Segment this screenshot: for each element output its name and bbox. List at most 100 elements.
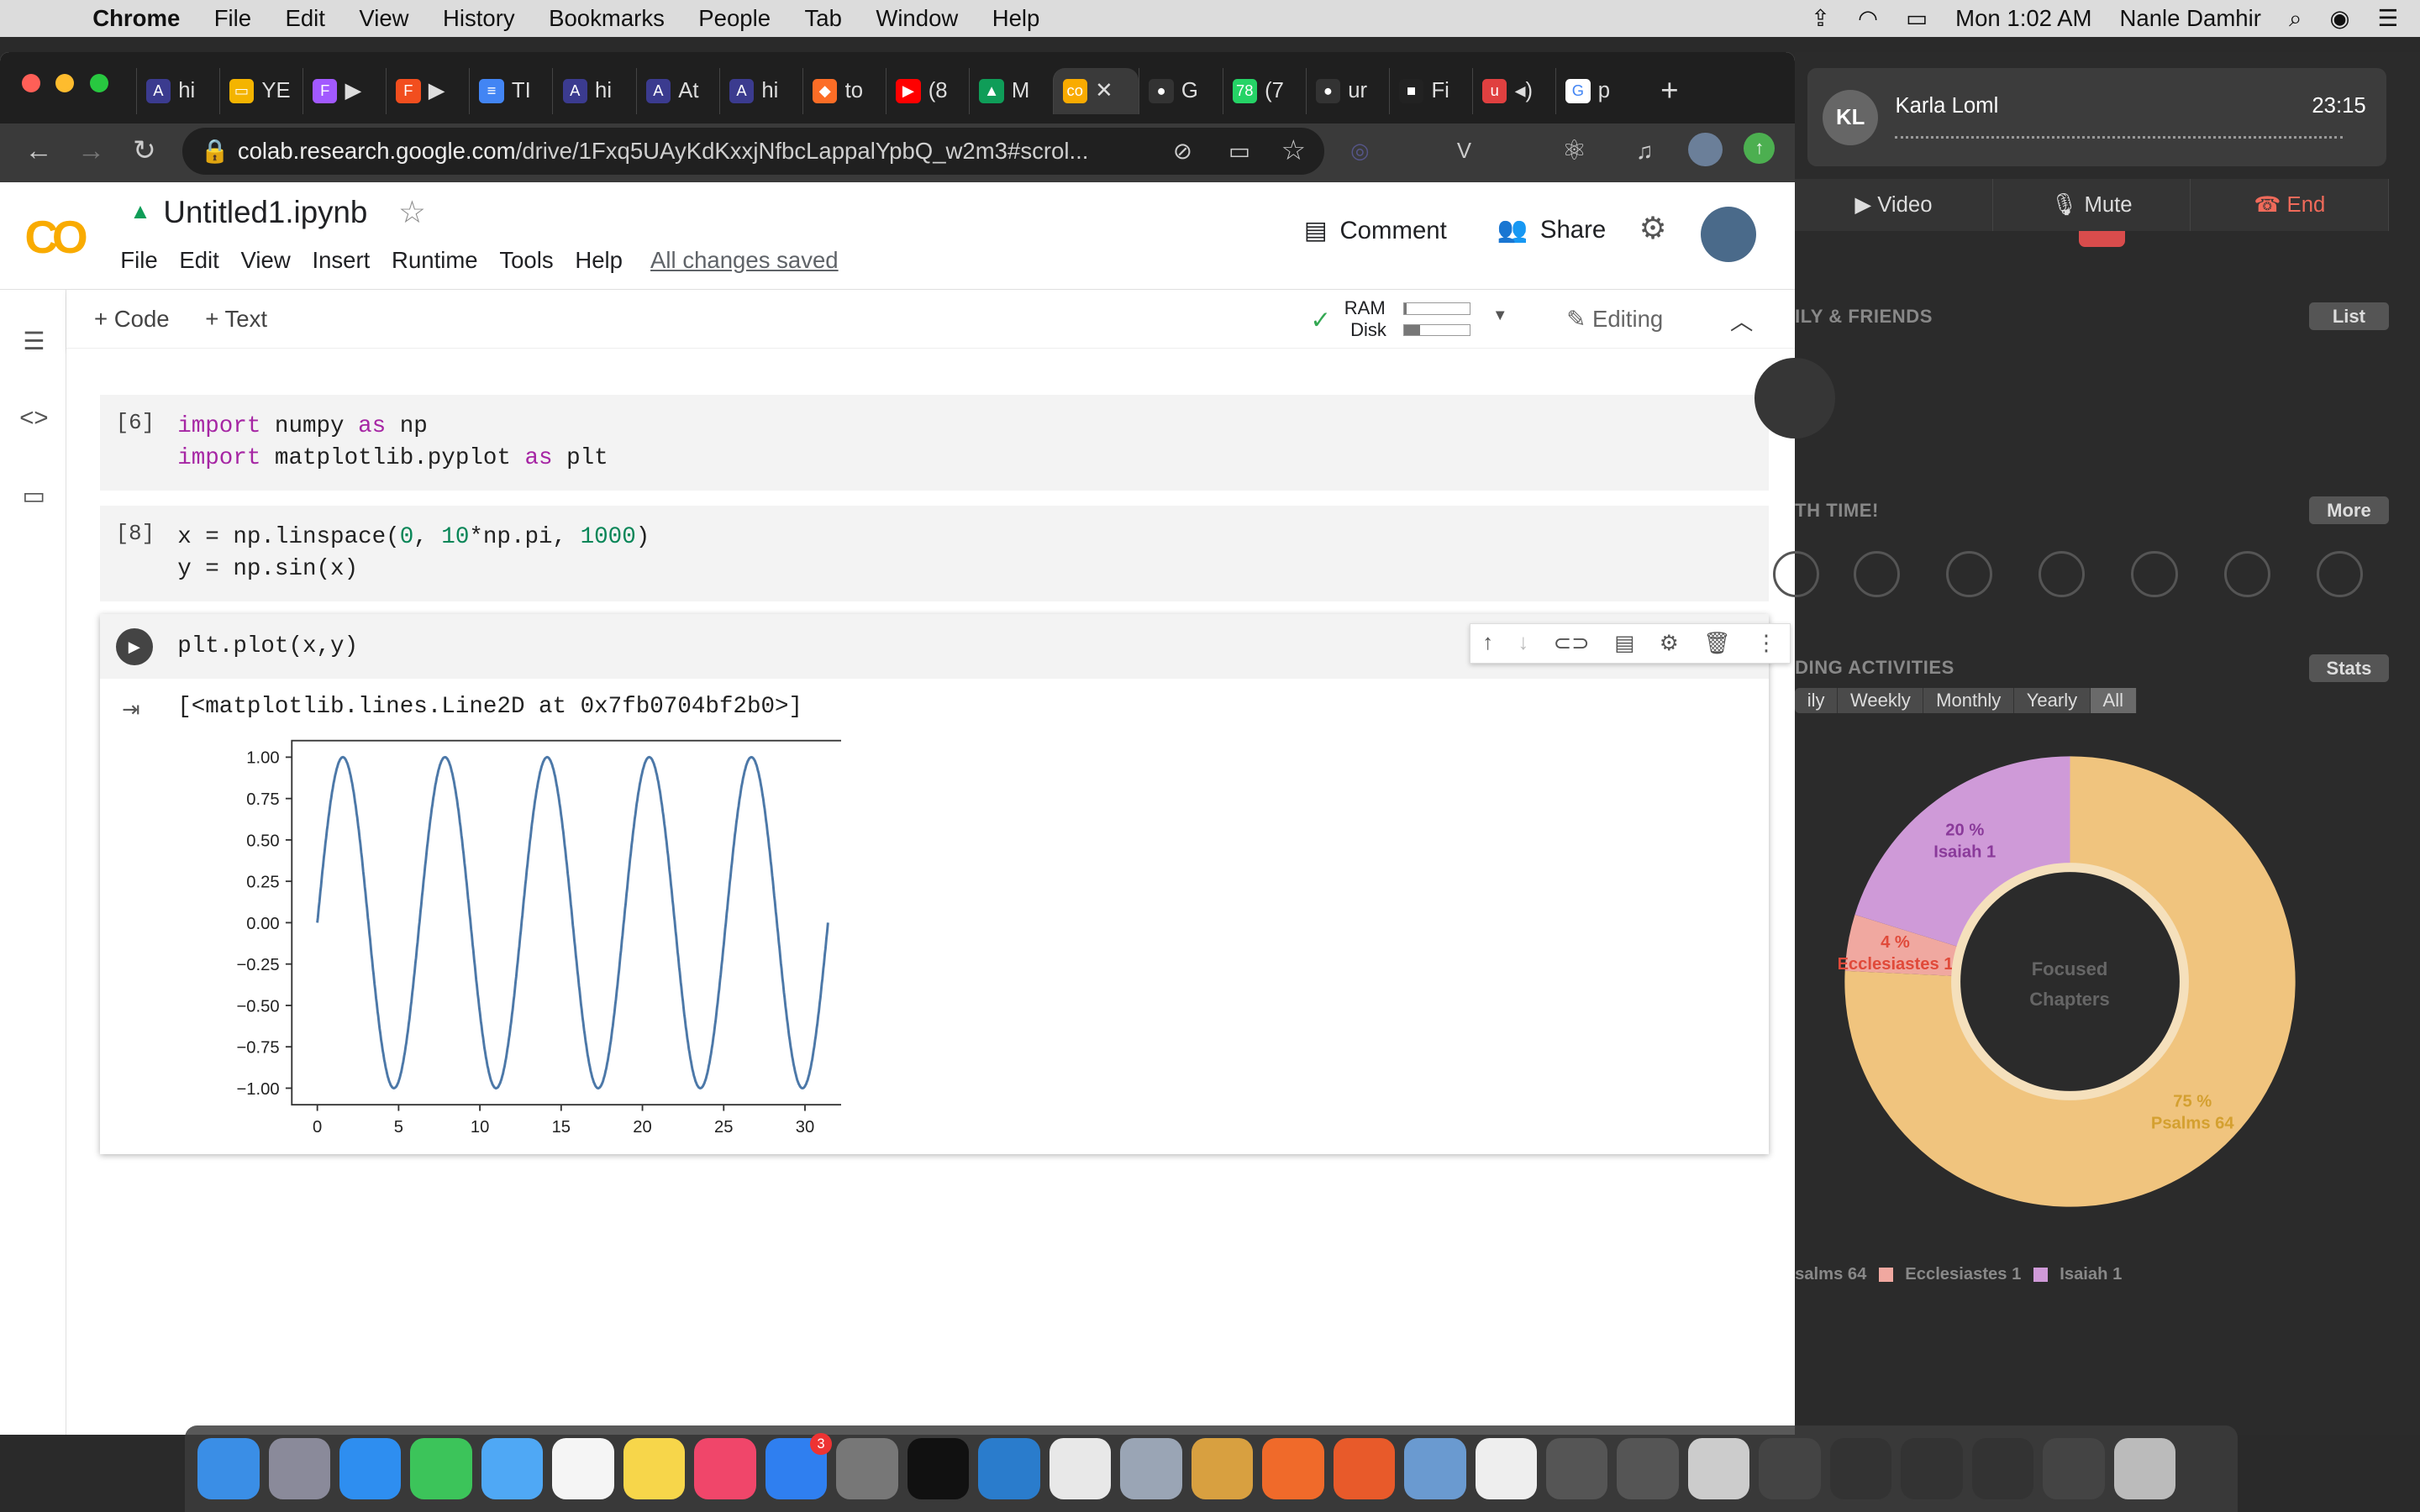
menu-file[interactable]: File	[214, 5, 251, 32]
notification-center-icon[interactable]: ☰	[2378, 5, 2399, 32]
move-up-icon[interactable]: ↑	[1482, 631, 1493, 655]
code-cell-plot[interactable]: ▶ plt.plot(x,y) ↑ ↓ ⊂⊃ ▤ ⚙ 🗑 ⋮ ⇥ [<matpl…	[100, 613, 1791, 1154]
extension-icon[interactable]: ◎	[1350, 136, 1369, 167]
range-all[interactable]: All	[2090, 688, 2137, 713]
menu-window[interactable]: Window	[876, 5, 958, 32]
range-yearly[interactable]: Yearly	[2014, 688, 2091, 713]
colab-logo[interactable]: CO	[24, 210, 87, 264]
finder-icon[interactable]	[197, 1437, 260, 1500]
safari-icon[interactable]	[339, 1437, 402, 1500]
colab-menu-insert[interactable]: Insert	[312, 247, 370, 274]
reload-icon[interactable]: ↻	[133, 135, 156, 167]
browser-tab[interactable]: F ▶	[302, 67, 386, 114]
mood-sad-icon[interactable]	[1946, 550, 1993, 597]
more-options-icon[interactable]: ⋮	[1755, 631, 1777, 656]
run-cell-button[interactable]: ▶	[115, 627, 153, 665]
browser-tab[interactable]: ▭ YE	[218, 67, 302, 114]
browser-tab[interactable]: ● ur	[1305, 67, 1389, 114]
window-thumb-icon[interactable]	[1901, 1437, 1963, 1500]
output-icon[interactable]: ⇥	[122, 697, 140, 722]
close-window-button[interactable]	[21, 74, 40, 93]
menu-help[interactable]: Help	[992, 5, 1040, 32]
notes-icon[interactable]	[623, 1437, 686, 1500]
range-daily[interactable]: ily	[1795, 688, 1839, 713]
browser-tab[interactable]: ▶ (8	[886, 67, 969, 114]
browser-tab[interactable]: co ✕	[1052, 67, 1139, 114]
maximize-window-button[interactable]	[89, 74, 108, 93]
move-down-icon[interactable]: ↓	[1518, 631, 1528, 655]
update-icon[interactable]: ↑	[1744, 132, 1776, 164]
browser-tab[interactable]: F ▶	[386, 67, 469, 114]
comment-cell-icon[interactable]: ▤	[1614, 631, 1634, 656]
window-thumb-icon[interactable]	[2043, 1437, 2105, 1500]
trash-icon[interactable]	[2113, 1437, 2176, 1500]
mood-face-icon[interactable]	[1773, 550, 1820, 597]
settings-gear-icon[interactable]: ⚙	[1639, 210, 1667, 246]
end-call-button[interactable]: ☎ End	[2191, 179, 2390, 232]
browser-tab[interactable]: ■ Fi	[1388, 67, 1472, 114]
cell-code[interactable]: plt.plot(x,y)	[177, 631, 358, 664]
cast-icon[interactable]: ▭	[1228, 136, 1250, 167]
profile-avatar[interactable]	[1688, 132, 1723, 167]
stats-button[interactable]: Stats	[2308, 654, 2390, 682]
battery-icon[interactable]: ▭	[1906, 5, 1928, 32]
vscode-icon[interactable]	[978, 1437, 1040, 1500]
mood-neutral-icon[interactable]	[2131, 550, 2178, 597]
blocked-icon[interactable]: ⊘	[1173, 136, 1192, 167]
siri-icon[interactable]: ◉	[2329, 5, 2349, 32]
code-cell-imports[interactable]: [6] import numpy as np import matplotlib…	[100, 395, 1769, 491]
menu-app-name[interactable]: Chrome	[92, 5, 180, 32]
forward-icon[interactable]: →	[77, 135, 105, 167]
bookmark-star-icon[interactable]: ☆	[1281, 135, 1306, 167]
facetime-icon[interactable]	[410, 1437, 472, 1500]
messages-icon[interactable]	[481, 1437, 544, 1500]
vue-extension-icon[interactable]: V	[1457, 136, 1471, 167]
collapse-header-icon[interactable]: ︿	[1730, 302, 1754, 336]
colab-menu-help[interactable]: Help	[575, 247, 623, 274]
mute-button[interactable]: 🎙 Mute	[1992, 179, 2191, 232]
app-store-icon[interactable]: 3	[765, 1433, 832, 1500]
chrome-icon[interactable]	[1049, 1437, 1112, 1500]
range-weekly[interactable]: Weekly	[1838, 688, 1924, 713]
launchpad-icon[interactable]	[268, 1437, 330, 1500]
browser-tab[interactable]: ◆ to	[802, 67, 886, 114]
calendar-icon[interactable]	[552, 1437, 614, 1500]
save-status-link[interactable]: All changes saved	[650, 247, 839, 274]
user-name[interactable]: Nanle Damhir	[2120, 5, 2261, 32]
browser-tab[interactable]: Ahi	[552, 67, 635, 114]
instruments-icon[interactable]	[1333, 1437, 1396, 1500]
mood-smile-icon[interactable]	[2039, 550, 2086, 597]
minimize-window-button[interactable]	[55, 74, 75, 93]
menu-history[interactable]: History	[443, 5, 515, 32]
browser-tab[interactable]: u ◂)	[1472, 67, 1555, 114]
share-icon[interactable]: ⇪	[1811, 5, 1830, 32]
wifi-icon[interactable]: ◠	[1858, 5, 1878, 32]
window-thumb-icon[interactable]	[1545, 1437, 1608, 1500]
music-icon[interactable]	[694, 1437, 756, 1500]
paw-icon[interactable]	[1262, 1437, 1324, 1500]
browser-tab[interactable]: Ahi	[718, 67, 802, 114]
notebook-title[interactable]: Untitled1.ipynb	[163, 195, 367, 230]
browser-tab[interactable]: 78 (7	[1222, 67, 1306, 114]
window-thumb-icon[interactable]	[1971, 1437, 2034, 1500]
window-thumb-icon[interactable]	[1759, 1437, 1821, 1500]
media-icon[interactable]: ♫	[1636, 136, 1654, 167]
range-monthly[interactable]: Monthly	[1923, 688, 2014, 713]
browser-tab[interactable]: Gp	[1555, 67, 1639, 114]
sequel-icon[interactable]	[1191, 1437, 1254, 1500]
back-icon[interactable]: ←	[24, 135, 52, 167]
resources-dropdown-icon[interactable]: ▼	[1492, 306, 1507, 324]
prefs-gear-icon[interactable]	[1120, 1437, 1182, 1500]
resources-indicator[interactable]: ✓ RAM Disk ▼	[1310, 297, 1511, 340]
comment-button[interactable]: ▤ Comment	[1304, 216, 1447, 245]
colab-menu-view[interactable]: View	[241, 247, 291, 274]
editing-mode-button[interactable]: ✎ Editing	[1566, 306, 1663, 333]
terminal-icon[interactable]	[907, 1437, 970, 1500]
table-of-contents-icon[interactable]: ☰	[18, 327, 50, 358]
code-cell-data[interactable]: [8] x = np.linspace(0, 10*np.pi, 1000) y…	[100, 506, 1769, 602]
video-button[interactable]: ▶ Video	[1795, 179, 1993, 232]
browser-tab[interactable]: Ahi	[135, 67, 219, 114]
spotlight-icon[interactable]: ⌕	[2289, 5, 2302, 33]
more-button[interactable]: More	[2308, 496, 2390, 525]
menu-tab[interactable]: Tab	[804, 5, 841, 32]
